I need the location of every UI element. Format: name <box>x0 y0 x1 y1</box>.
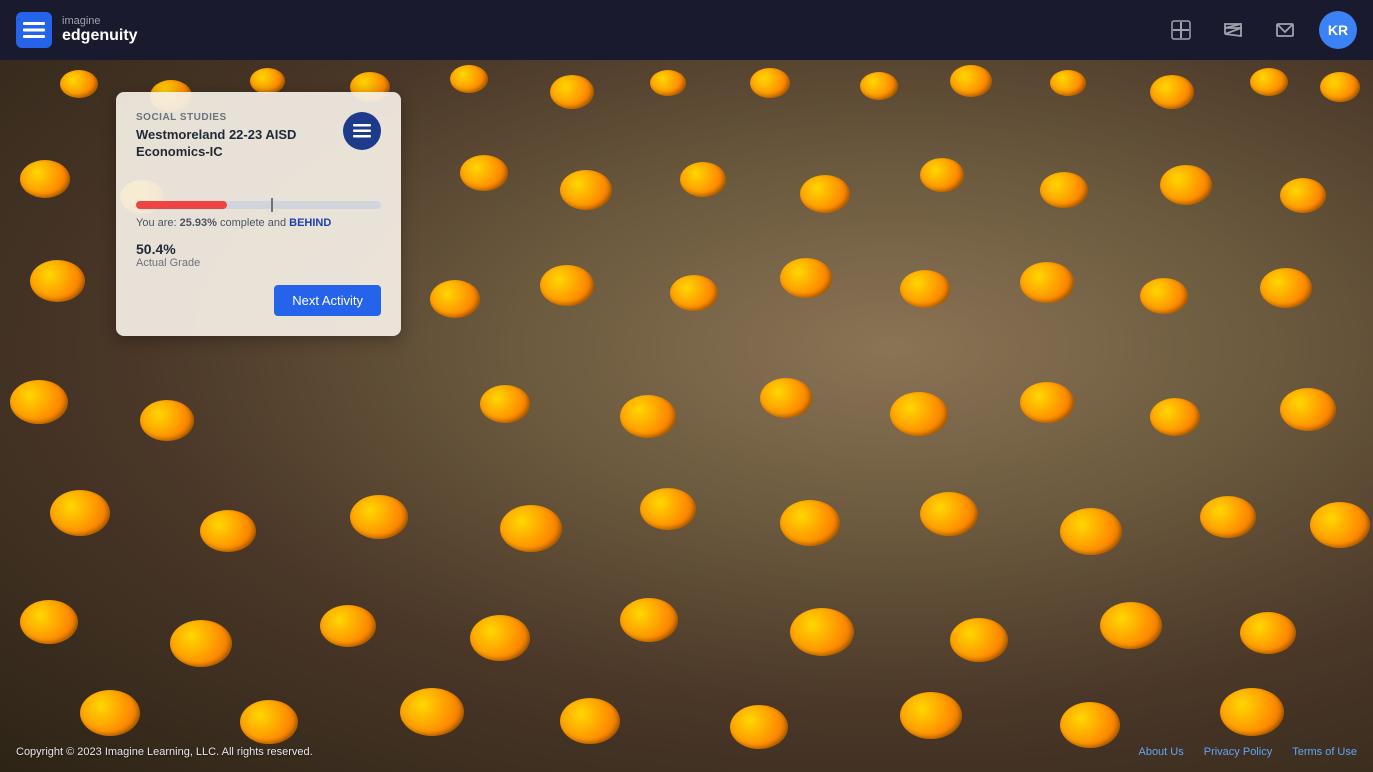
course-card: SOCIAL STUDIES Westmoreland 22-23 AISD E… <box>116 92 401 336</box>
brand-edgenuity: edgenuity <box>62 27 138 45</box>
logo-icon <box>16 12 52 48</box>
progress-section: You are: 25.93% complete and BEHIND <box>136 201 381 229</box>
progress-text: You are: 25.93% complete and BEHIND <box>136 217 381 229</box>
add-button[interactable] <box>1163 12 1199 48</box>
grade-value: 50.4% <box>136 241 381 257</box>
user-avatar[interactable]: KR <box>1319 11 1357 49</box>
grade-label: Actual Grade <box>136 257 381 269</box>
announcement-button[interactable] <box>1215 12 1251 48</box>
navbar: imagine edgenuity <box>0 0 1373 60</box>
course-name: Westmoreland 22-23 AISD Economics-IC <box>136 127 335 161</box>
footer: Copyright © 2023 Imagine Learning, LLC. … <box>0 732 1373 772</box>
brand-imagine: imagine <box>62 15 138 27</box>
footer-links: About Us Privacy Policy Terms of Use <box>1138 746 1357 758</box>
subject-label: SOCIAL STUDIES <box>136 112 335 123</box>
grade-section: 50.4% Actual Grade <box>136 241 381 269</box>
privacy-link[interactable]: Privacy Policy <box>1204 746 1272 758</box>
logo-container: imagine edgenuity <box>16 12 138 48</box>
navbar-actions: KR <box>1163 11 1357 49</box>
logo-text: imagine edgenuity <box>62 15 138 45</box>
mail-button[interactable] <box>1267 12 1303 48</box>
progress-marker <box>271 198 273 212</box>
progress-fill <box>136 201 227 209</box>
about-link[interactable]: About Us <box>1138 746 1183 758</box>
next-activity-button[interactable]: Next Activity <box>274 285 381 316</box>
progress-bar <box>136 201 381 209</box>
terms-link[interactable]: Terms of Use <box>1292 746 1357 758</box>
card-menu-button[interactable] <box>343 112 381 150</box>
copyright-text: Copyright © 2023 Imagine Learning, LLC. … <box>16 746 313 758</box>
card-meta: SOCIAL STUDIES Westmoreland 22-23 AISD E… <box>136 112 335 161</box>
card-header: SOCIAL STUDIES Westmoreland 22-23 AISD E… <box>136 112 381 161</box>
avatar-initials: KR <box>1328 22 1348 38</box>
